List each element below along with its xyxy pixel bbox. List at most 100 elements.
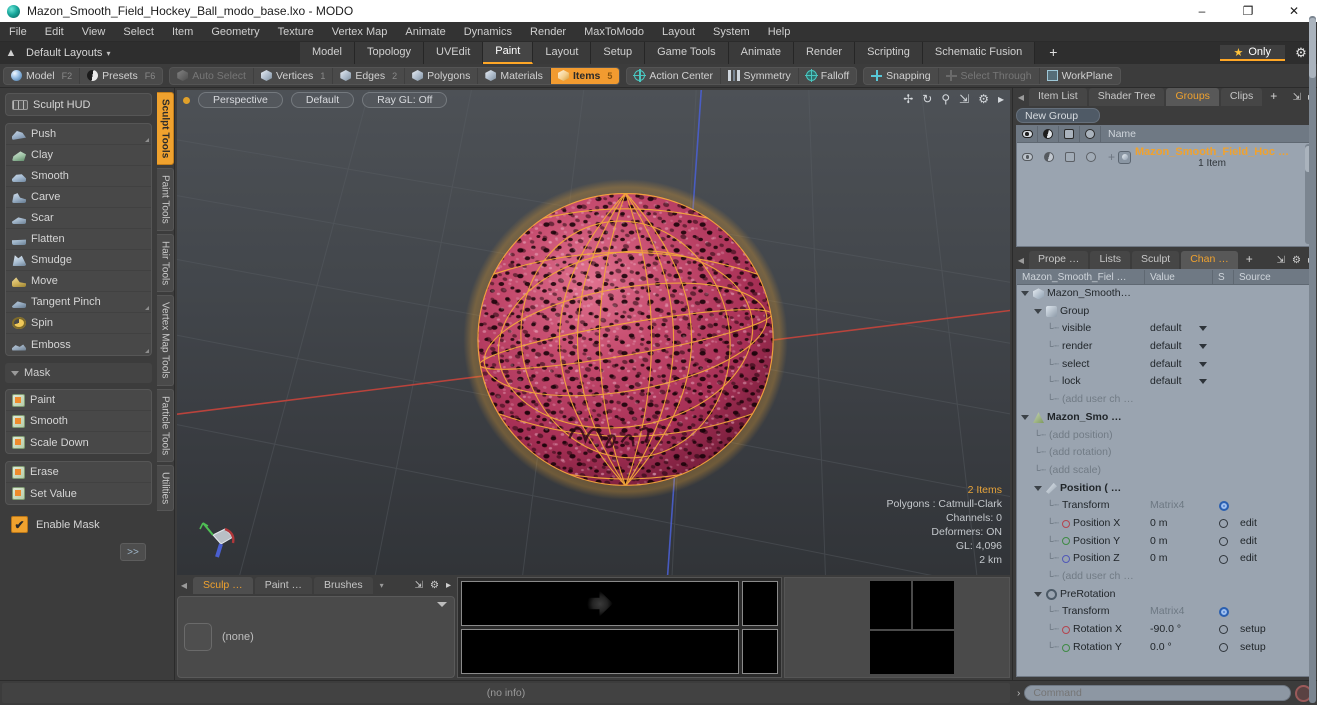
tool-popup-corner[interactable] bbox=[145, 138, 149, 142]
fit-icon[interactable]: ⇲ bbox=[959, 92, 969, 106]
mode-button-symmetry[interactable]: Symmetry bbox=[721, 67, 799, 84]
channel-row[interactable]: Group bbox=[1017, 303, 1313, 321]
channel-row[interactable]: └┈ lock default bbox=[1017, 373, 1313, 391]
tab-sculpt[interactable]: Sculpt bbox=[1132, 251, 1180, 269]
channel-source-cell[interactable] bbox=[1234, 444, 1313, 462]
groups-list-empty-area[interactable] bbox=[1017, 171, 1313, 246]
tab-channels[interactable]: Chan … bbox=[1181, 251, 1238, 269]
tool-move[interactable]: Move bbox=[6, 271, 151, 292]
channel-value-cell[interactable]: 0.0 ° bbox=[1145, 639, 1213, 657]
tab-item-list[interactable]: Item List bbox=[1029, 88, 1087, 106]
vtab-hair-tools[interactable]: Hair Tools bbox=[157, 234, 174, 293]
groups-list[interactable]: Name + Mazon_Smooth_Field_Hoc … 1 Item bbox=[1016, 125, 1314, 247]
tab-paint-presets[interactable]: Paint … bbox=[254, 577, 313, 594]
mode-button-action-center[interactable]: Action Center bbox=[627, 67, 722, 84]
channel-state-cell[interactable] bbox=[1213, 338, 1234, 356]
layout-tab-paint[interactable]: Paint bbox=[483, 42, 534, 64]
layout-tab-uvedit[interactable]: UVEdit bbox=[424, 42, 484, 64]
add-layout-tab-button[interactable]: + bbox=[1035, 42, 1072, 64]
channel-row[interactable]: └┈ select default bbox=[1017, 356, 1313, 374]
menu-item-file[interactable]: File bbox=[0, 22, 36, 42]
brush-quadrant-panel[interactable] bbox=[784, 577, 1010, 678]
channel-state-cell[interactable] bbox=[1213, 285, 1234, 303]
twisty-icon[interactable] bbox=[1034, 485, 1042, 491]
tab-brushes[interactable]: Brushes bbox=[314, 577, 373, 594]
channel-value-cell[interactable]: default bbox=[1145, 320, 1213, 338]
mask-tool-paint[interactable]: Paint bbox=[6, 390, 151, 411]
tool-smooth[interactable]: Smooth bbox=[6, 166, 151, 187]
mask-section-header[interactable]: Mask bbox=[5, 363, 152, 383]
channel-row[interactable]: Mazon_Smo … bbox=[1017, 409, 1313, 427]
command-input[interactable] bbox=[1024, 685, 1291, 701]
menu-item-view[interactable]: View bbox=[73, 22, 115, 42]
panel-menu-icon[interactable]: ◀ bbox=[177, 577, 191, 594]
channel-state-cell[interactable] bbox=[1213, 480, 1234, 498]
channel-row[interactable]: Mazon_Smooth… bbox=[1017, 285, 1313, 303]
menu-item-help[interactable]: Help bbox=[759, 22, 800, 42]
channel-state-cell[interactable] bbox=[1213, 462, 1234, 480]
channel-row[interactable]: └┈ (add user ch … bbox=[1017, 391, 1313, 409]
tool-scar[interactable]: Scar bbox=[6, 208, 151, 229]
channel-source-cell[interactable] bbox=[1234, 497, 1313, 515]
vtab-particle-tools[interactable]: Particle Tools bbox=[157, 388, 174, 463]
channel-source-cell[interactable] bbox=[1234, 356, 1313, 374]
channel-value-cell[interactable] bbox=[1145, 480, 1213, 498]
3d-viewport[interactable]: Perspective Default Ray GL: Off ✢ ↻ ⚲ ⇲ … bbox=[177, 90, 1010, 575]
channel-value-cell[interactable] bbox=[1145, 586, 1213, 604]
menu-item-dynamics[interactable]: Dynamics bbox=[455, 22, 521, 42]
chevron-down-icon[interactable] bbox=[1199, 326, 1207, 332]
channel-source-cell[interactable]: setup bbox=[1234, 639, 1313, 657]
menu-item-edit[interactable]: Edit bbox=[36, 22, 73, 42]
channel-value-cell[interactable]: Matrix4 bbox=[1145, 603, 1213, 621]
enable-mask-checkbox[interactable]: ✔ bbox=[11, 516, 28, 533]
channel-row[interactable]: └┈ Position Y 0 m edit bbox=[1017, 533, 1313, 551]
layout-selector[interactable]: ▲ Default Layouts ▾ bbox=[0, 47, 300, 59]
keyframe-ring-icon[interactable] bbox=[1219, 643, 1228, 653]
menu-item-animate[interactable]: Animate bbox=[396, 22, 454, 42]
enable-mask-row[interactable]: ✔ Enable Mask bbox=[5, 512, 152, 537]
brush-shape-preview[interactable] bbox=[461, 581, 739, 626]
brush-shape-strip[interactable] bbox=[461, 581, 778, 626]
channel-value-cell[interactable] bbox=[1145, 391, 1213, 409]
viewport-raygl-button[interactable]: Ray GL: Off bbox=[362, 92, 448, 108]
tool-clay[interactable]: Clay bbox=[6, 145, 151, 166]
mode-button-falloff[interactable]: Falloff bbox=[799, 68, 856, 84]
channels-table[interactable]: Mazon_Smooth_Fiel … Value S Source Mazon… bbox=[1016, 16, 1316, 703]
mode-button-edges[interactable]: Edges 2 bbox=[333, 67, 406, 84]
mode-button-polygons[interactable]: Polygons bbox=[405, 67, 479, 84]
minimize-button[interactable]: – bbox=[1179, 0, 1225, 22]
channel-value-cell[interactable] bbox=[1145, 409, 1213, 427]
channel-value-cell[interactable] bbox=[1145, 285, 1213, 303]
brush-gradient-strip[interactable] bbox=[461, 629, 778, 674]
layout-tab-animate[interactable]: Animate bbox=[728, 42, 794, 64]
channel-state-cell[interactable] bbox=[1213, 533, 1234, 551]
channel-state-cell[interactable] bbox=[1213, 515, 1234, 533]
gear-icon[interactable]: ⚙ bbox=[430, 580, 439, 591]
channel-state-cell[interactable] bbox=[1213, 373, 1234, 391]
menu-item-vertex-map[interactable]: Vertex Map bbox=[323, 22, 397, 42]
mode-button-workplane[interactable]: WorkPlane bbox=[1040, 68, 1120, 84]
maximize-button[interactable]: ❐ bbox=[1225, 0, 1271, 22]
channel-source-cell[interactable] bbox=[1234, 338, 1313, 356]
mask-tool-smooth[interactable]: Smooth bbox=[6, 411, 151, 432]
row-lock-toggle[interactable] bbox=[1080, 149, 1101, 166]
channel-value-cell[interactable]: 0 m bbox=[1145, 515, 1213, 533]
twisty-icon[interactable] bbox=[1034, 309, 1042, 315]
panel-menu-icon[interactable]: ◀ bbox=[1015, 251, 1027, 269]
row-render-toggle[interactable] bbox=[1059, 149, 1080, 166]
channel-value-cell[interactable]: default bbox=[1145, 373, 1213, 391]
channel-source-cell[interactable]: edit bbox=[1234, 533, 1313, 551]
channel-state-cell[interactable] bbox=[1213, 320, 1234, 338]
row-shading-toggle[interactable] bbox=[1038, 149, 1059, 166]
default-layouts-label[interactable]: Default Layouts bbox=[22, 47, 102, 59]
channel-value-cell[interactable] bbox=[1145, 462, 1213, 480]
channel-source-cell[interactable] bbox=[1234, 603, 1313, 621]
tool-push[interactable]: Push bbox=[6, 124, 151, 145]
channel-state-cell[interactable] bbox=[1213, 568, 1234, 586]
channel-source-cell[interactable] bbox=[1234, 373, 1313, 391]
channel-value-cell[interactable]: default bbox=[1145, 356, 1213, 374]
mask-tool-scale-down[interactable]: Scale Down bbox=[6, 432, 151, 453]
menu-item-maxtomodo[interactable]: MaxToModo bbox=[575, 22, 653, 42]
keyframe-ring-icon[interactable] bbox=[1219, 536, 1228, 546]
gear-icon[interactable]: ⚙ bbox=[1292, 255, 1301, 266]
